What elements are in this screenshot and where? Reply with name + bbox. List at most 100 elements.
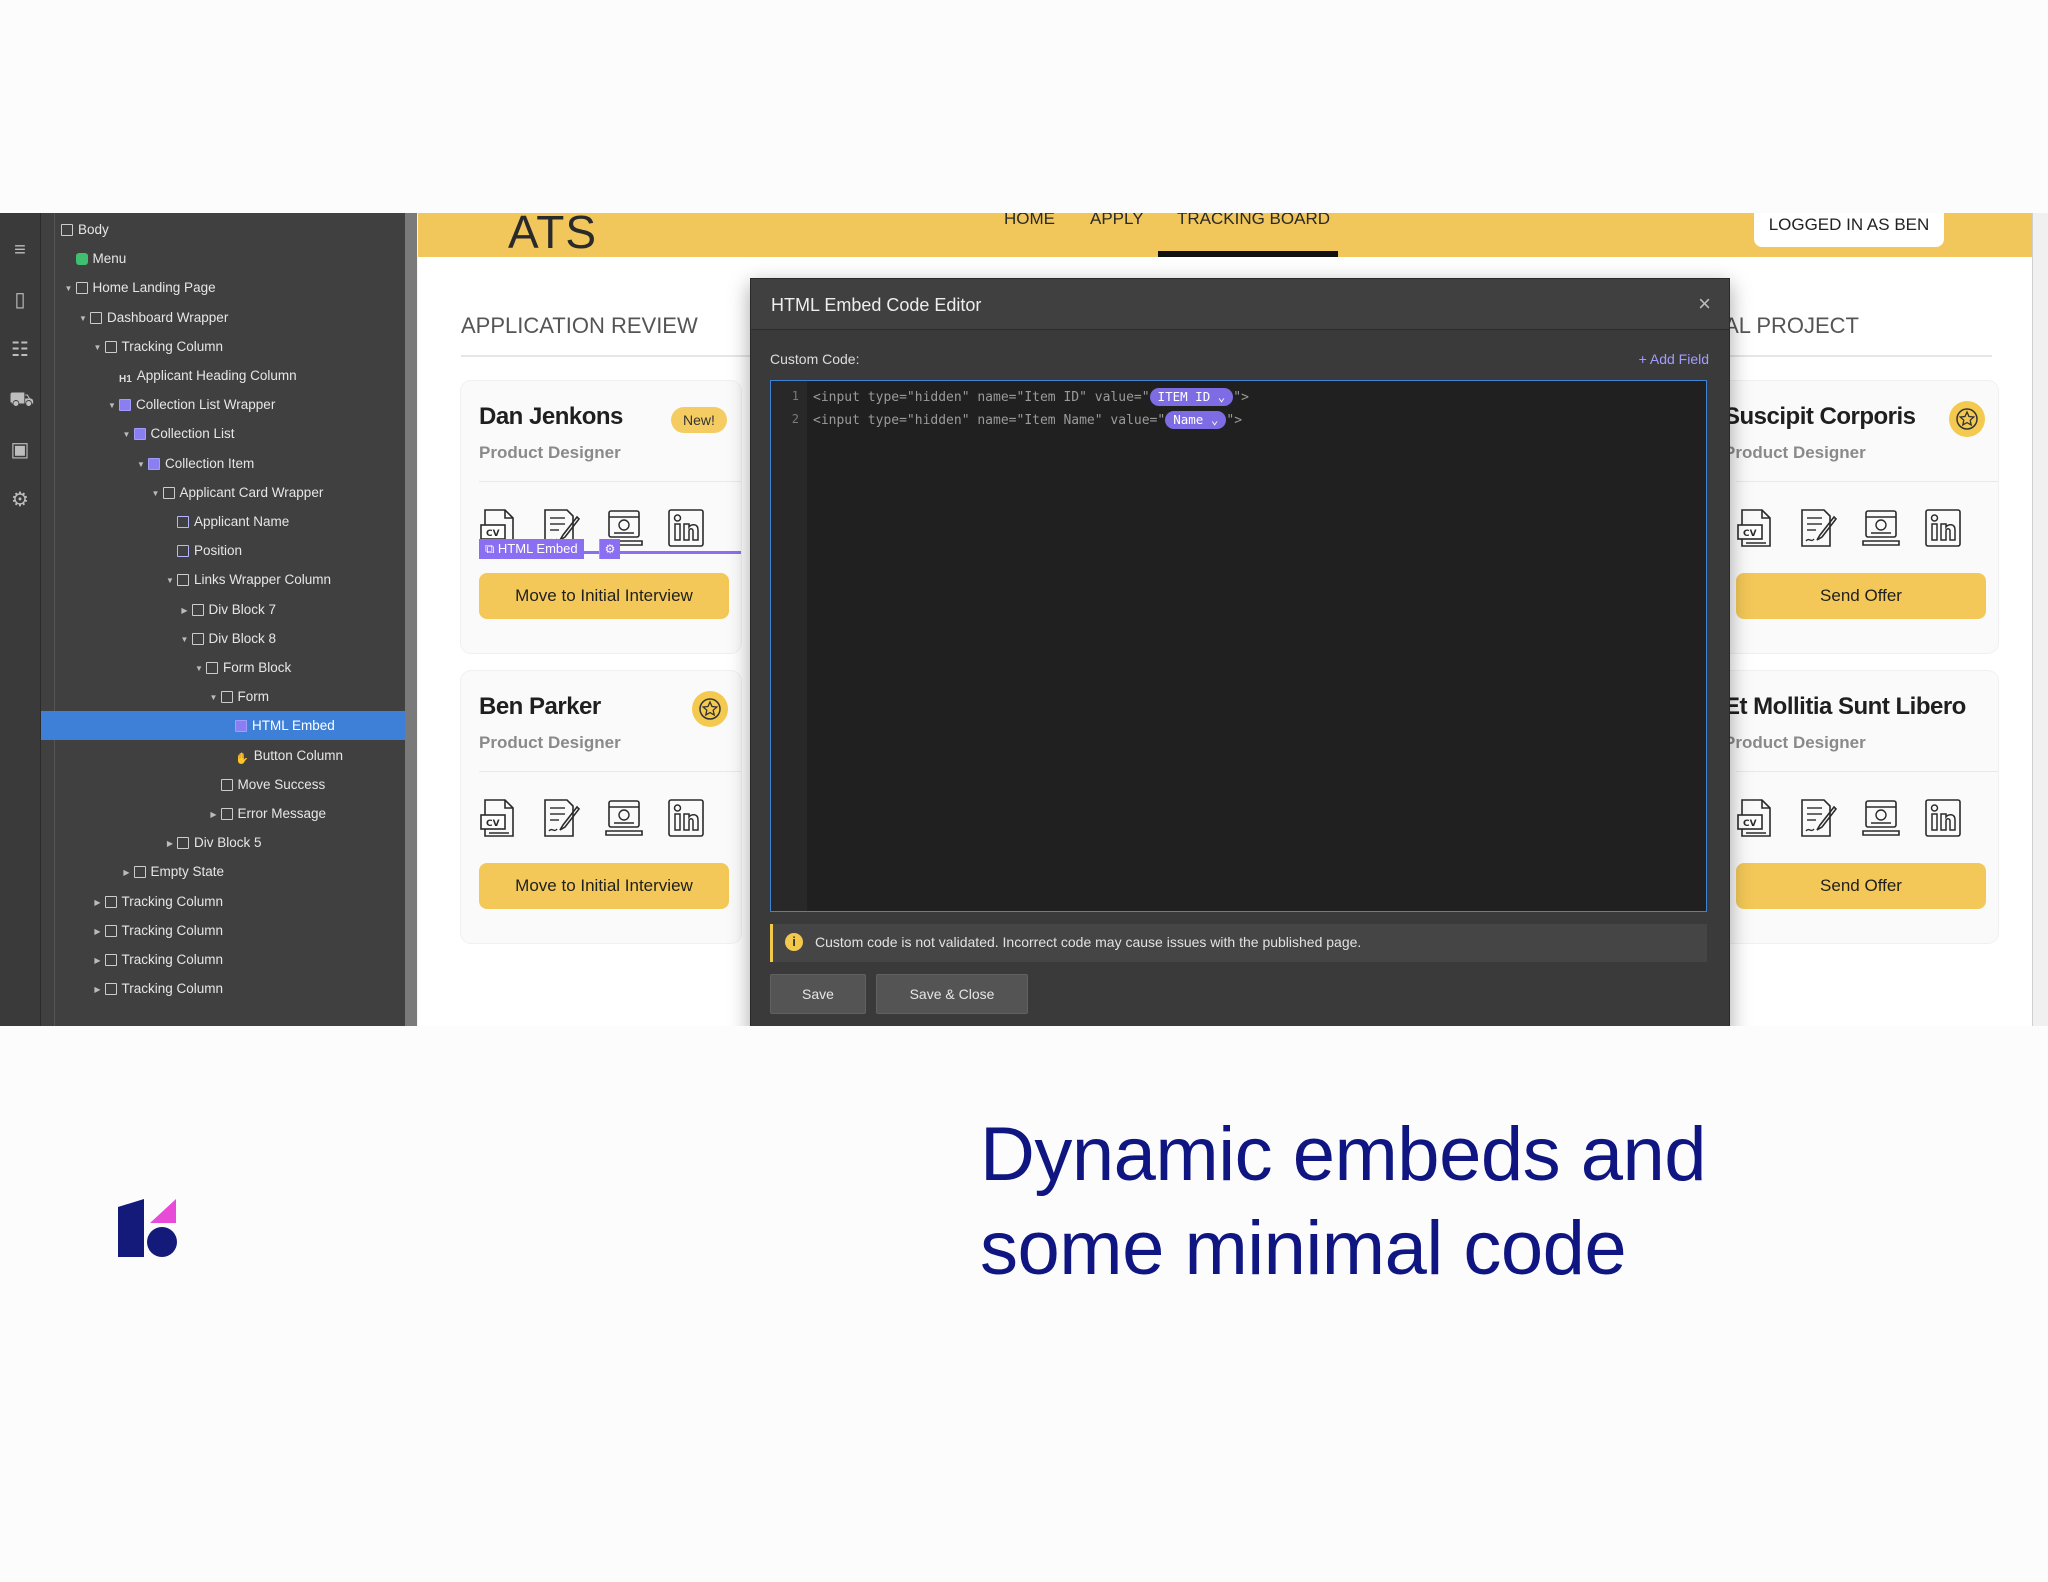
code-line[interactable]: <input type="hidden" name="Item ID" valu…: [813, 388, 1249, 406]
navigator-item[interactable]: ▼ Home Landing Page: [41, 273, 405, 302]
section-title-trial-project: IAL PROJECT: [1718, 313, 1859, 338]
save-button[interactable]: Save: [770, 974, 866, 1014]
navigator-item[interactable]: ▼ Tracking Column: [41, 332, 405, 361]
canvas-scrollbar[interactable]: [2032, 213, 2048, 1026]
navigator-icon[interactable]: ≡: [9, 239, 31, 261]
navigator-item[interactable]: ▼ Collection Item: [41, 449, 405, 478]
expand-caret-icon[interactable]: ▶: [209, 800, 219, 829]
h1-icon: H1: [119, 374, 132, 385]
navigator-item[interactable]: ▶ Tracking Column: [41, 916, 405, 945]
navigator-item-label: Body: [78, 222, 109, 237]
assets-icon[interactable]: ▣: [9, 439, 31, 461]
navigator-item[interactable]: ▶ Empty State: [41, 857, 405, 886]
cover-letter-icon[interactable]: [1798, 507, 1838, 549]
move-to-interview-button[interactable]: Move to Initial Interview: [479, 863, 729, 909]
send-offer-button[interactable]: Send Offer: [1736, 863, 1986, 909]
expand-caret-icon[interactable]: ▼: [209, 683, 219, 712]
expand-caret-icon[interactable]: ▶: [93, 946, 103, 975]
navigator-item[interactable]: Menu: [41, 244, 405, 273]
add-field-button[interactable]: + Add Field: [1639, 351, 1709, 367]
logged-in-button[interactable]: LOGGED IN AS BEN: [1754, 213, 1944, 247]
code-text: ">: [1233, 390, 1249, 405]
navigator-item[interactable]: Applicant Name: [41, 507, 405, 536]
navigator-item[interactable]: HTML Embed: [41, 711, 405, 741]
settings-icon[interactable]: ⚙: [9, 489, 31, 511]
html-embed-tag[interactable]: ⧉ HTML Embed: [479, 539, 584, 559]
navigator-item[interactable]: Position: [41, 536, 405, 565]
navigator-item[interactable]: ▶ Div Block 7: [41, 595, 405, 624]
expand-caret-icon[interactable]: ▼: [122, 420, 132, 449]
navigator-item[interactable]: ▼ Applicant Card Wrapper: [41, 478, 405, 507]
expand-caret-icon[interactable]: ▶: [93, 975, 103, 1004]
expand-caret-icon[interactable]: ▶: [93, 917, 103, 946]
nav-tracking-board[interactable]: TRACKING BOARD: [1177, 213, 1330, 229]
site-logo[interactable]: ATS: [508, 213, 597, 259]
navigator-item[interactable]: ✋ Button Column: [41, 741, 405, 770]
navigator-item-label: Applicant Card Wrapper: [179, 484, 324, 500]
line-number: 1: [791, 389, 799, 403]
linkedin-icon[interactable]: [666, 797, 706, 839]
embed-settings-gear-icon[interactable]: ⚙: [599, 539, 620, 559]
expand-caret-icon[interactable]: ▶: [122, 858, 132, 887]
name-field-chip[interactable]: Name ⌄: [1165, 411, 1227, 429]
expand-caret-icon[interactable]: ▼: [64, 274, 74, 303]
portfolio-icon[interactable]: [604, 797, 644, 839]
pages-icon[interactable]: ▯: [9, 289, 31, 311]
nav-apply[interactable]: APPLY: [1090, 213, 1144, 229]
expand-caret-icon[interactable]: ▼: [165, 566, 175, 595]
applicant-card: Suscipit Corporis Product Designer CV Se…: [1718, 381, 1998, 653]
navigator-item[interactable]: ▼ Links Wrapper Column: [41, 565, 405, 594]
navigator-item[interactable]: Body: [41, 215, 405, 244]
move-to-interview-button[interactable]: Move to Initial Interview: [479, 573, 729, 619]
expand-caret-icon[interactable]: ▼: [78, 304, 88, 333]
navigator-item-label: Button Column: [253, 747, 344, 763]
linkedin-icon[interactable]: [666, 507, 706, 549]
expand-caret-icon[interactable]: ▶: [93, 888, 103, 917]
navigator-item[interactable]: ▼ Collection List: [41, 419, 405, 448]
linkedin-icon[interactable]: [1923, 797, 1963, 839]
navigator-item[interactable]: ▼ Form: [41, 682, 405, 711]
hand-icon: ✋: [235, 752, 249, 765]
navigator-item[interactable]: ▶ Tracking Column: [41, 887, 405, 916]
cv-icon[interactable]: CV: [1736, 797, 1776, 839]
expand-caret-icon[interactable]: ▼: [194, 654, 204, 683]
navigator-item[interactable]: ▶ Tracking Column: [41, 974, 405, 1003]
linkedin-icon[interactable]: [1923, 507, 1963, 549]
expand-caret-icon[interactable]: ▼: [151, 479, 161, 508]
site-header: ATS HOME APPLY TRACKING BOARD LOGGED IN …: [418, 213, 2032, 259]
embed-tag-label: HTML Embed: [497, 541, 578, 556]
nav-home[interactable]: HOME: [1004, 213, 1055, 229]
navigator-item[interactable]: ▶ Tracking Column: [41, 945, 405, 974]
item-id-field-chip[interactable]: ITEM ID ⌄: [1149, 388, 1234, 406]
code-line[interactable]: <input type="hidden" name="Item Name" va…: [813, 411, 1242, 429]
expand-caret-icon[interactable]: ▼: [136, 450, 146, 479]
navigator-item[interactable]: ▼ Collection List Wrapper: [41, 390, 405, 419]
navigator-item[interactable]: ▼ Dashboard Wrapper: [41, 303, 405, 332]
save-and-close-button[interactable]: Save & Close: [876, 974, 1028, 1014]
close-icon[interactable]: ×: [1698, 291, 1711, 317]
send-offer-button[interactable]: Send Offer: [1736, 573, 1986, 619]
navigator-item[interactable]: ▼ Div Block 8: [41, 624, 405, 653]
navigator-item[interactable]: ▶ Error Message: [41, 799, 405, 828]
expand-caret-icon[interactable]: ▼: [107, 391, 117, 420]
ecommerce-icon[interactable]: ⛟: [9, 389, 34, 411]
portfolio-icon[interactable]: [1861, 797, 1901, 839]
cover-letter-icon[interactable]: [541, 797, 581, 839]
expand-caret-icon[interactable]: ▼: [180, 625, 190, 654]
navigator-scrollbar[interactable]: [405, 213, 417, 1026]
navigator-item-label: Menu: [92, 251, 127, 267]
line-number-gutter: [771, 381, 807, 911]
navigator-item[interactable]: ▼ Form Block: [41, 653, 405, 682]
navigator-item[interactable]: Move Success: [41, 770, 405, 799]
navigator-item[interactable]: ▶ Div Block 5: [41, 828, 405, 857]
expand-caret-icon[interactable]: ▶: [180, 596, 190, 625]
navigator-item[interactable]: H1 Applicant Heading Column: [41, 361, 405, 390]
expand-caret-icon[interactable]: ▶: [165, 829, 175, 858]
code-editor[interactable]: 1 2 <input type="hidden" name="Item ID" …: [770, 380, 1707, 912]
cv-icon[interactable]: CV: [479, 797, 519, 839]
portfolio-icon[interactable]: [1861, 507, 1901, 549]
expand-caret-icon[interactable]: ▼: [93, 333, 103, 362]
cv-icon[interactable]: CV: [1736, 507, 1776, 549]
cms-icon[interactable]: ☷: [9, 339, 31, 361]
cover-letter-icon[interactable]: [1798, 797, 1838, 839]
